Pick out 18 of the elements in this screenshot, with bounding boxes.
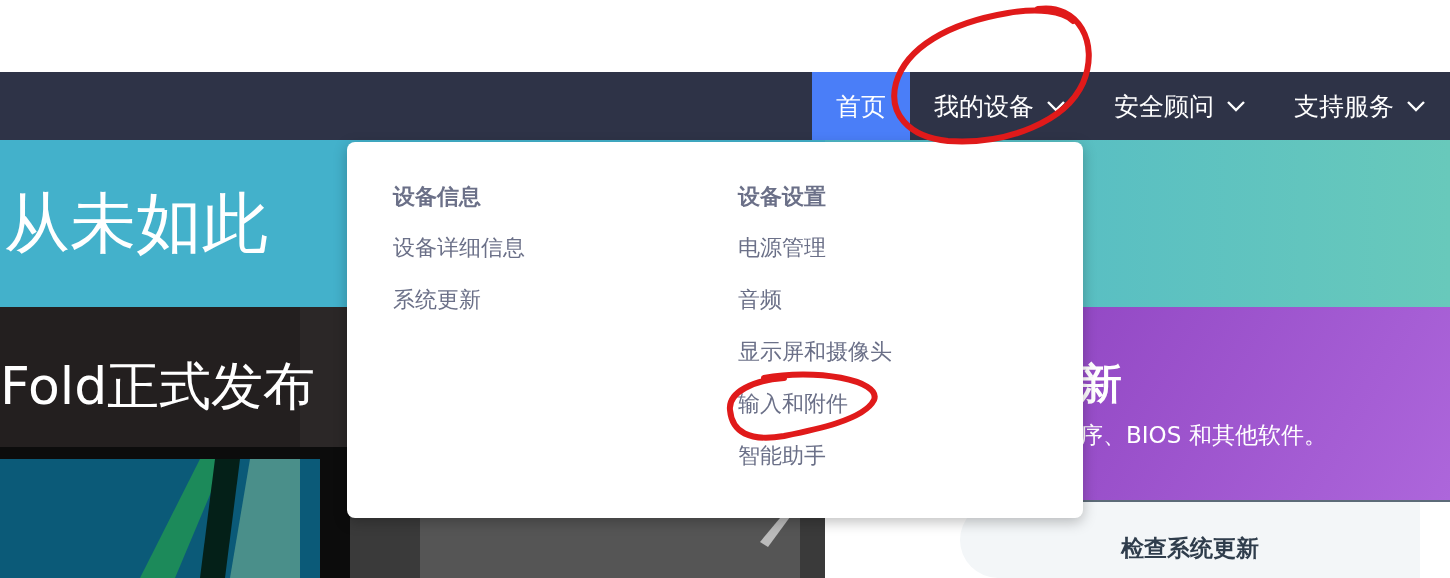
- menu-item[interactable]: 电源管理: [738, 232, 826, 264]
- menu-item[interactable]: 系统更新: [393, 284, 481, 316]
- slide-heading: Fold正式发布: [0, 355, 316, 418]
- banner-heading: 从未如此: [3, 183, 268, 264]
- menu-item[interactable]: 智能助手: [738, 440, 826, 472]
- card-title: 新: [1080, 358, 1123, 410]
- nav-link[interactable]: 安全顾问: [1090, 72, 1270, 140]
- menu-item[interactable]: 音频: [738, 284, 782, 316]
- card-description: 序、BIOS 和其他软件。: [1080, 421, 1328, 450]
- menu-heading: 设备设置: [738, 183, 826, 211]
- menu-item[interactable]: 显示屏和摄像头: [738, 336, 892, 368]
- nav-link[interactable]: 首页: [812, 72, 910, 140]
- menu-heading: 设备信息: [393, 183, 481, 211]
- check-updates-button[interactable]: 检查系统更新: [960, 502, 1420, 578]
- menu-item[interactable]: 设备详细信息: [393, 232, 525, 264]
- nav-link[interactable]: 我的设备: [910, 72, 1090, 140]
- menu-item[interactable]: 输入和附件: [738, 388, 848, 420]
- nav-link[interactable]: 支持服务: [1270, 72, 1450, 140]
